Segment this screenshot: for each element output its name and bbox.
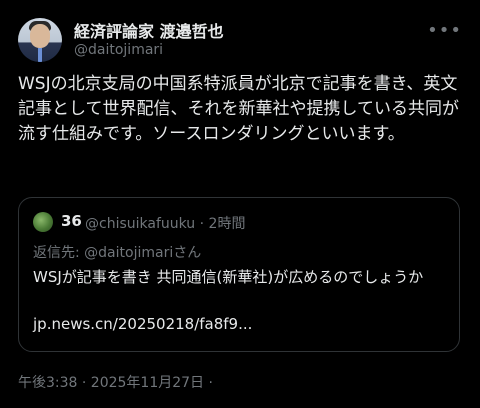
quoted-author-name: 36	[61, 212, 82, 230]
tweet-header: 経済評論家 渡邉哲也 @daitojimari •••	[18, 14, 468, 62]
quoted-author-avatar	[33, 212, 53, 232]
avatar-tie	[38, 48, 42, 62]
quoted-tweet-text: WSJが記事を書き 共同通信(新華社)が広めるのでしょうか	[33, 268, 424, 286]
avatar-face	[30, 24, 50, 48]
author-avatar[interactable]	[18, 18, 62, 62]
author-handle[interactable]: @daitojimari	[74, 42, 163, 58]
tweet-timestamp[interactable]: 午後3:38 · 2025年11月27日 ·	[18, 372, 213, 392]
tweet-text: WSJの北京支局の中国系特派員が北京で記事を書き、英文記事として世界配信、それを…	[18, 74, 459, 144]
quoted-reply-to: 返信先: @daitojimariさん	[33, 245, 202, 261]
quoted-tweet-header: 36 @chisuikafuuku · 2時間	[33, 210, 447, 232]
quoted-tweet-link[interactable]: jp.news.cn/20250218/fa8f9...	[33, 315, 252, 333]
quoted-tweet[interactable]: 36 @chisuikafuuku · 2時間 返信先: @daitojimar…	[18, 197, 460, 352]
author-name[interactable]: 経済評論家 渡邉哲也	[74, 18, 224, 42]
quoted-author-meta: @chisuikafuuku · 2時間	[85, 216, 246, 232]
more-options-icon[interactable]: •••	[427, 20, 462, 41]
